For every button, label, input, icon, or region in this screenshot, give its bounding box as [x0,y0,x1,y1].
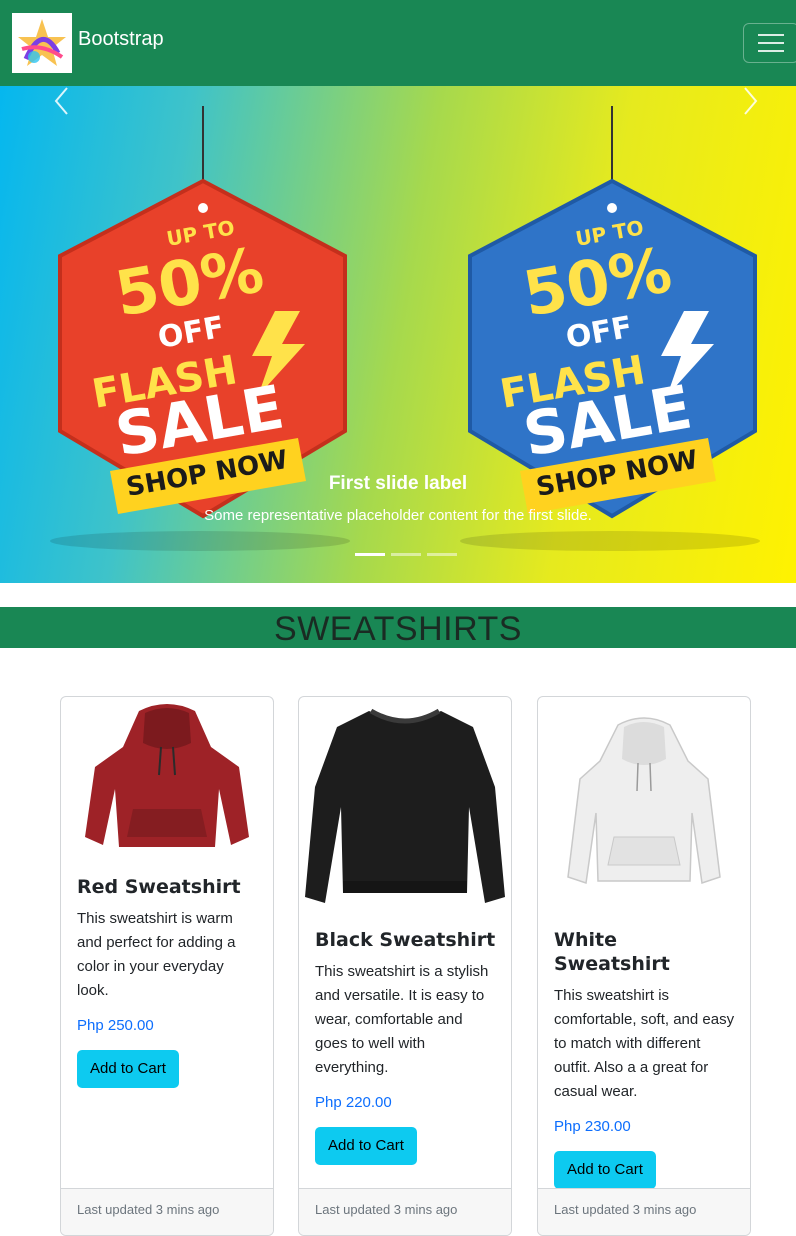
hamburger-icon [758,34,784,36]
product-description: This sweatshirt is a stylish and versati… [315,963,489,1076]
add-to-cart-button[interactable]: Add to Cart [554,1151,656,1189]
product-price: Php 220.00 [315,1094,392,1111]
slide-caption-text: Some representative placeholder content … [204,507,592,524]
navbar: Bootstrap [0,0,796,86]
carousel-indicator[interactable] [355,553,385,556]
carousel-indicator[interactable] [427,553,457,556]
product-title: Black Sweatshirt [315,929,496,951]
chevron-left-icon[interactable] [52,86,72,116]
red-sweatshirt-image [85,704,249,847]
card-body: Black Sweatshirt This sweatshirt is a st… [315,928,497,1165]
carousel-indicator[interactable] [391,553,421,556]
product-title: Red Sweatshirt [77,876,241,898]
chevron-right-icon[interactable] [740,86,760,116]
add-to-cart-button[interactable]: Add to Cart [315,1127,417,1165]
section-title: SWEATSHIRTS [274,610,522,648]
card-body: Red Sweatshirt This sweatshirt is warm a… [77,875,259,1088]
product-price: Php 230.00 [554,1118,631,1135]
add-to-cart-button[interactable]: Add to Cart [77,1050,179,1088]
card-footer: Last updated 3 mins ago [538,1188,750,1235]
product-description: This sweatshirt is comfortable, soft, an… [554,987,735,1100]
product-card: Black Sweatshirt This sweatshirt is a st… [298,696,512,1236]
section-header: SWEATSHIRTS [0,607,796,648]
product-description: This sweatshirt is warm and perfect for … [77,910,236,999]
slide-caption-title: First slide label [328,473,468,494]
product-card: Red Sweatshirt This sweatshirt is warm a… [60,696,274,1236]
carousel-indicators [355,553,457,556]
product-price: Php 250.00 [77,1017,154,1034]
sale-tag-right: UP TO 50% OFF FLASH SALE SHOP NOW [468,178,757,519]
card-body: White Sweatshirt This sweatshirt is comf… [554,928,736,1189]
brand-link[interactable]: Bootstrap [78,28,164,51]
sale-tag-left: UP TO 50% OFF FLASH SALE SHOP NOW [58,178,347,519]
brand-logo[interactable] [12,13,72,73]
white-sweatshirt-image [567,717,721,884]
navbar-toggler[interactable] [743,23,796,63]
carousel: UP TO 50% OFF FLASH SALE SHOP NOW UP TO … [0,86,796,583]
product-title: White Sweatshirt [554,929,670,975]
product-card: White Sweatshirt This sweatshirt is comf… [537,696,751,1236]
card-footer: Last updated 3 mins ago [299,1188,511,1235]
black-sweatshirt-image [305,708,505,903]
star-logo-icon [18,19,66,66]
card-footer: Last updated 3 mins ago [61,1188,273,1235]
